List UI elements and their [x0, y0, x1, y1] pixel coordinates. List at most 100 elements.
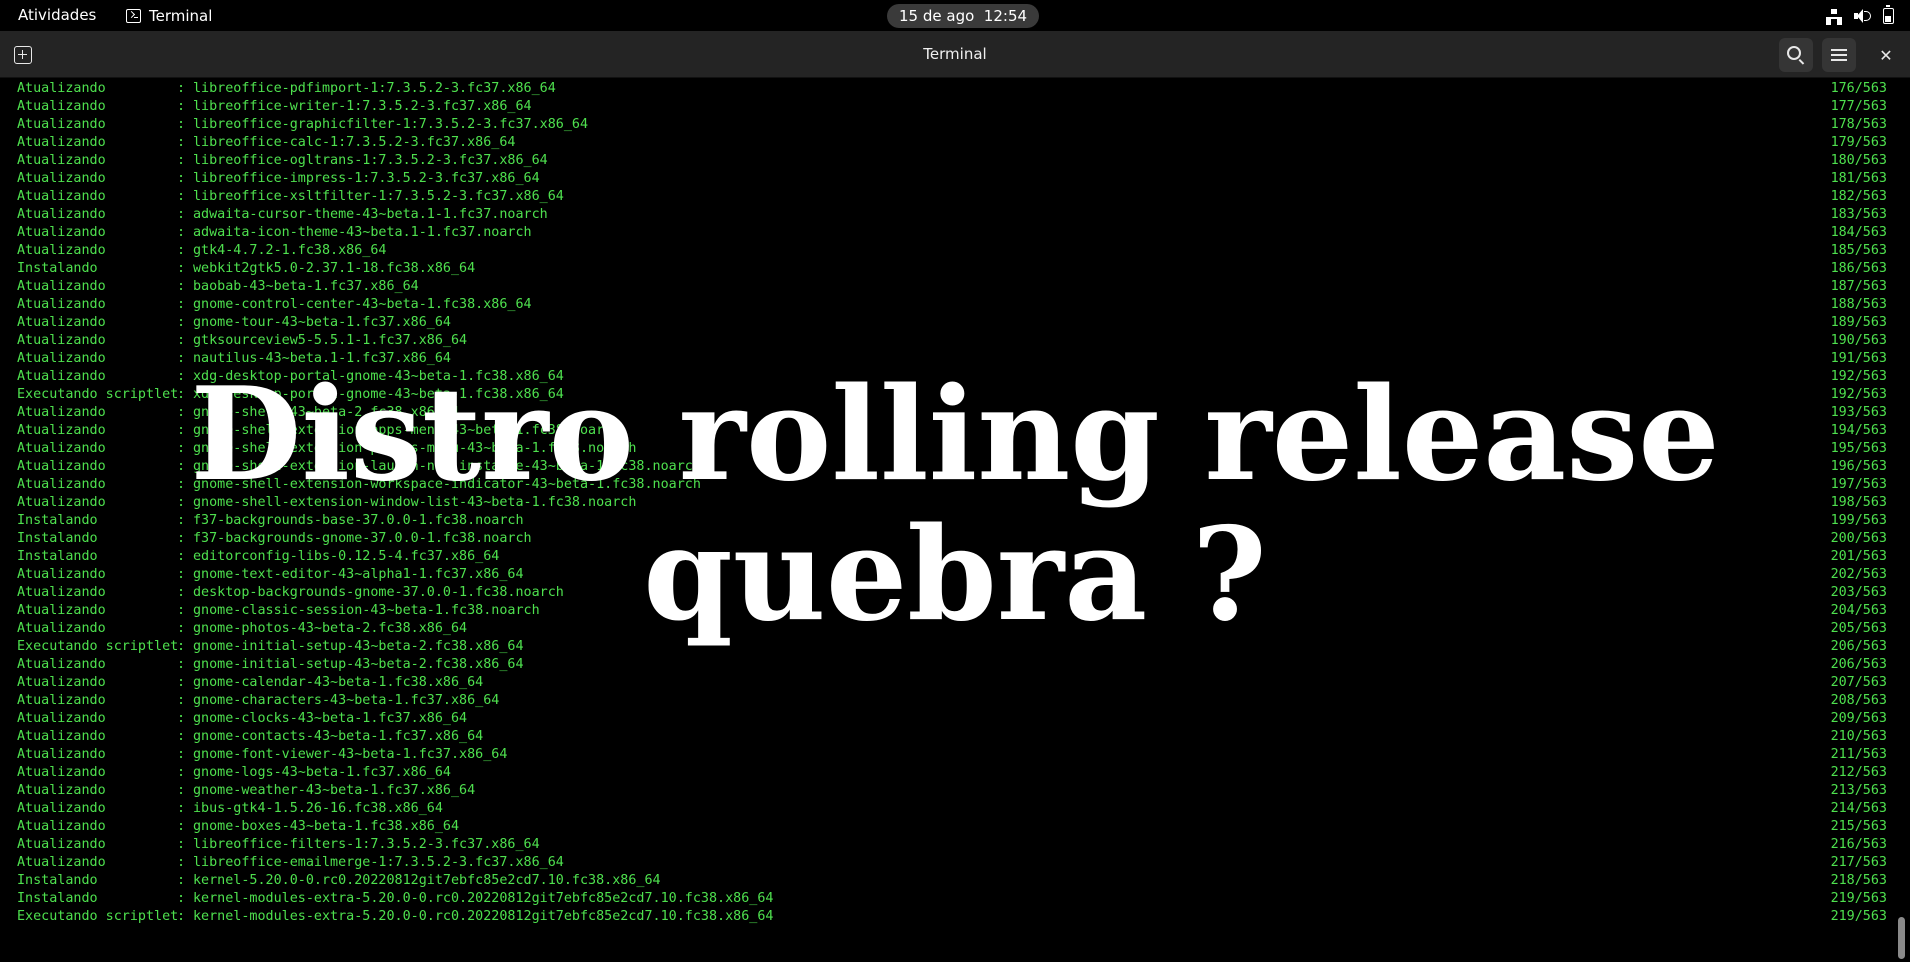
- line-package: gnome-control-center-43~beta-1.fc38.x86_…: [193, 297, 532, 312]
- line-action: Atualizando: [17, 783, 106, 798]
- terminal-scrollbar[interactable]: [1898, 917, 1905, 959]
- line-package: gnome-calendar-43~beta-1.fc38.x86_64: [193, 675, 484, 690]
- line-package: kernel-modules-extra-5.20.0-0.rc0.202208…: [193, 891, 774, 906]
- line-package: libreoffice-ogltrans-1:7.3.5.2-3.fc37.x8…: [193, 153, 548, 168]
- terminal-line: Atualizando gnome-characters-43~beta-1.fc…: [17, 692, 1887, 710]
- line-package: libreoffice-emailmerge-1:7.3.5.2-3.fc37.…: [193, 855, 564, 870]
- line-progress-count: 216/563: [1830, 837, 1887, 852]
- app-menu-button[interactable]: Terminal: [126, 0, 212, 31]
- line-action: Atualizando: [17, 153, 106, 168]
- line-action: Atualizando: [17, 441, 106, 456]
- line-progress-count: 205/563: [1830, 621, 1887, 636]
- line-separator: :: [177, 567, 186, 582]
- line-package: gnome-tour-43~beta-1.fc37.x86_64: [193, 315, 451, 330]
- line-package: ibus-gtk4-1.5.26-16.fc38.x86_64: [193, 801, 443, 816]
- line-separator: :: [177, 423, 186, 438]
- line-action: Atualizando: [17, 135, 106, 150]
- line-separator: :: [177, 117, 186, 132]
- search-button[interactable]: [1779, 38, 1813, 72]
- line-action: Instalando: [17, 873, 98, 888]
- line-progress-count: 210/563: [1830, 729, 1887, 744]
- close-window-button[interactable]: ✕: [1869, 38, 1903, 72]
- new-tab-icon: [14, 46, 32, 64]
- line-progress-count: 219/563: [1830, 891, 1887, 906]
- line-package: desktop-backgrounds-gnome-37.0.0-1.fc38.…: [193, 585, 564, 600]
- terminal-lines: Atualizando libreoffice-pdfimport-1:7.3.5…: [17, 80, 1887, 926]
- line-package: gnome-shell-extension-apps-menu-43~beta-…: [193, 423, 621, 438]
- volume-icon[interactable]: [1854, 8, 1871, 23]
- line-action: Atualizando: [17, 729, 106, 744]
- line-action: Executando scriptlet: [17, 909, 179, 924]
- line-package: gnome-initial-setup-43~beta-2.fc38.x86_6…: [193, 639, 524, 654]
- activities-button[interactable]: Atividades: [18, 0, 96, 31]
- line-action: Atualizando: [17, 315, 106, 330]
- line-progress-count: 181/563: [1830, 171, 1887, 186]
- line-progress-count: 182/563: [1830, 189, 1887, 204]
- line-progress-count: 183/563: [1830, 207, 1887, 222]
- line-separator: :: [177, 621, 186, 636]
- line-separator: :: [177, 171, 186, 186]
- line-action: Atualizando: [17, 801, 106, 816]
- line-separator: :: [177, 495, 186, 510]
- terminal-line: Atualizando gnome-shell-extension-window-…: [17, 494, 1887, 512]
- line-separator: :: [177, 99, 186, 114]
- line-package: gnome-initial-setup-43~beta-2.fc38.x86_6…: [193, 657, 524, 672]
- terminal-line: Instalando kernel-5.20.0-0.rc0.20220812gi…: [17, 872, 1887, 890]
- line-package: gnome-logs-43~beta-1.fc37.x86_64: [193, 765, 451, 780]
- line-package: gnome-shell-extension-launch-new-instanc…: [193, 459, 701, 474]
- line-package: xdg-desktop-portal-gnome-43~beta-1.fc38.…: [193, 369, 564, 384]
- line-progress-count: 179/563: [1830, 135, 1887, 150]
- line-progress-count: 215/563: [1830, 819, 1887, 834]
- line-separator: :: [177, 765, 186, 780]
- line-package: libreoffice-filters-1:7.3.5.2-3.fc37.x86…: [193, 837, 540, 852]
- line-progress-count: 185/563: [1830, 243, 1887, 258]
- terminal-line: Executando scriptlet xdg-desktop-portal-g…: [17, 386, 1887, 404]
- line-action: Atualizando: [17, 477, 106, 492]
- line-action: Atualizando: [17, 369, 106, 384]
- line-separator: :: [177, 441, 186, 456]
- terminal-line: Atualizando libreoffice-graphicfilter-1:7…: [17, 116, 1887, 134]
- line-action: Instalando: [17, 513, 98, 528]
- battery-icon[interactable]: [1883, 4, 1894, 24]
- line-package: kernel-5.20.0-0.rc0.20220812git7ebfc85e2…: [193, 873, 661, 888]
- line-package: webkit2gtk5.0-2.37.1-18.fc38.x86_64: [193, 261, 476, 276]
- terminal-line: Atualizando gnome-clocks-43~beta-1.fc37.x…: [17, 710, 1887, 728]
- terminal-output[interactable]: Atualizando libreoffice-pdfimport-1:7.3.5…: [0, 79, 1910, 962]
- terminal-line: Atualizando libreoffice-filters-1:7.3.5.2…: [17, 836, 1887, 854]
- line-action: Atualizando: [17, 657, 106, 672]
- new-tab-button[interactable]: [6, 38, 40, 72]
- line-action: Atualizando: [17, 621, 106, 636]
- terminal-line: Executando scriptlet gnome-initial-setup-…: [17, 638, 1887, 656]
- line-action: Atualizando: [17, 711, 106, 726]
- network-wired-icon[interactable]: [1826, 8, 1842, 25]
- line-package: f37-backgrounds-base-37.0.0-1.fc38.noarc…: [193, 513, 524, 528]
- line-action: Atualizando: [17, 297, 106, 312]
- line-action: Atualizando: [17, 117, 106, 132]
- line-separator: :: [177, 81, 186, 96]
- line-separator: :: [177, 225, 186, 240]
- line-progress-count: 178/563: [1830, 117, 1887, 132]
- line-progress-count: 204/563: [1830, 603, 1887, 618]
- line-separator: :: [177, 837, 186, 852]
- line-action: Atualizando: [17, 765, 106, 780]
- terminal-line: Atualizando gnome-shell-extension-launch-…: [17, 458, 1887, 476]
- line-package: libreoffice-calc-1:7.3.5.2-3.fc37.x86_64: [193, 135, 516, 150]
- main-menu-button[interactable]: [1822, 38, 1856, 72]
- line-progress-count: 201/563: [1830, 549, 1887, 564]
- terminal-line: Atualizando desktop-backgrounds-gnome-37.…: [17, 584, 1887, 602]
- line-action: Atualizando: [17, 693, 106, 708]
- line-action: Atualizando: [17, 405, 106, 420]
- line-progress-count: 208/563: [1830, 693, 1887, 708]
- line-separator: :: [177, 891, 186, 906]
- line-separator: :: [177, 675, 186, 690]
- line-separator: :: [177, 801, 186, 816]
- line-action: Atualizando: [17, 747, 106, 762]
- terminal-line: Atualizando gnome-font-viewer-43~beta-1.f…: [17, 746, 1887, 764]
- line-action: Atualizando: [17, 279, 106, 294]
- line-action: Executando scriptlet: [17, 639, 179, 654]
- line-action: Atualizando: [17, 189, 106, 204]
- system-tray[interactable]: [1826, 0, 1894, 31]
- clock-button[interactable]: 15 de ago 12:54: [887, 4, 1040, 28]
- line-progress-count: 211/563: [1830, 747, 1887, 762]
- terminal-line: Atualizando gnome-control-center-43~beta-…: [17, 296, 1887, 314]
